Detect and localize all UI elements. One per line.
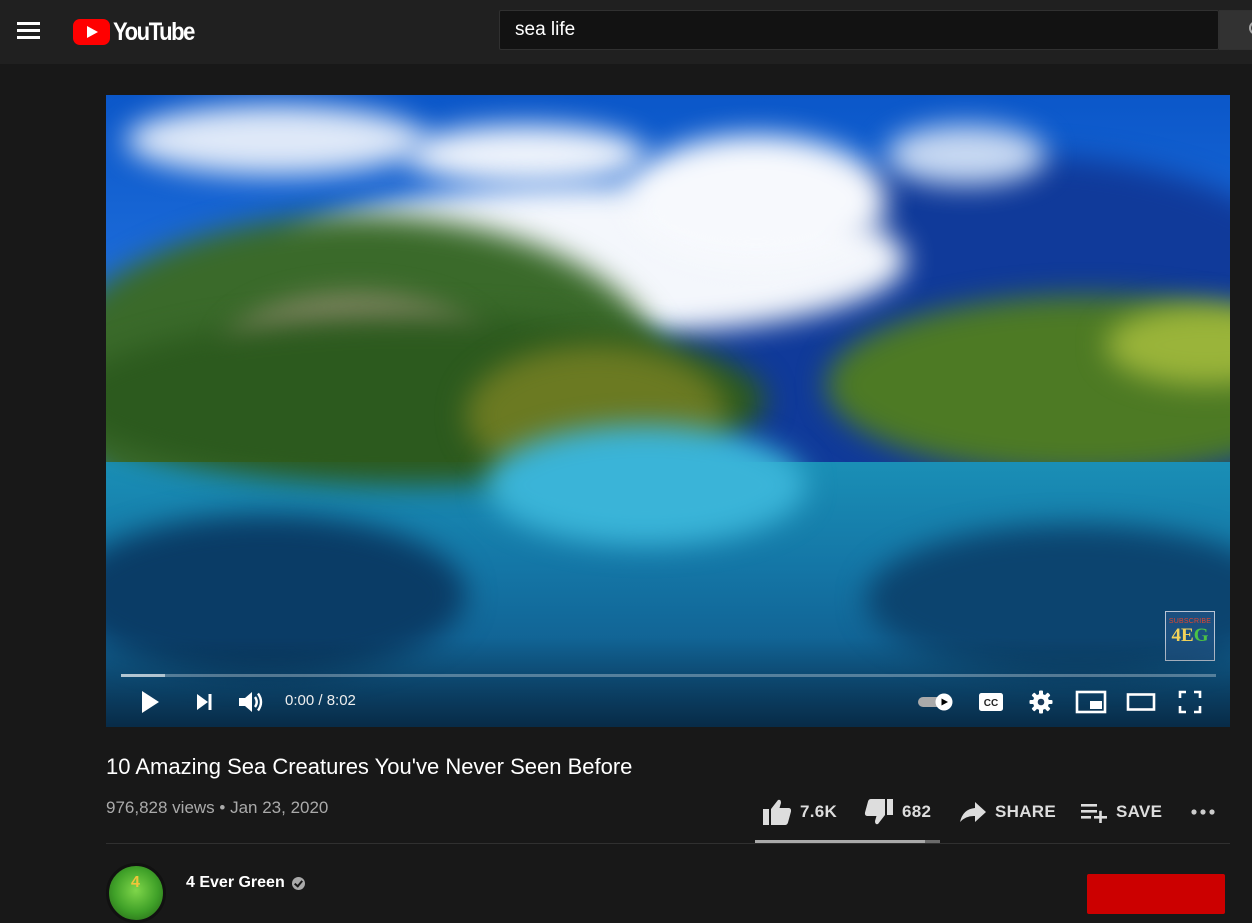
thumbs-down-icon xyxy=(864,799,893,825)
like-count: 7.6K xyxy=(800,802,838,821)
more-actions-button[interactable] xyxy=(1190,795,1220,829)
gear-icon xyxy=(1029,690,1053,714)
next-button[interactable] xyxy=(188,685,220,719)
time-display: 0:00 / 8:02 xyxy=(285,692,356,709)
youtube-logo[interactable]: YouTube xyxy=(73,18,205,46)
dislike-button[interactable]: 682 xyxy=(864,795,931,829)
theater-mode-button[interactable] xyxy=(1123,685,1159,719)
controls-gradient xyxy=(106,637,1230,727)
subscribe-button[interactable] xyxy=(1087,874,1225,914)
next-icon xyxy=(197,694,212,710)
channel-name: 4 Ever Green xyxy=(186,874,285,891)
cc-icon: CC xyxy=(979,693,1003,711)
share-button[interactable]: SHARE xyxy=(959,795,1056,829)
dislike-count: 682 xyxy=(902,802,932,821)
info-divider xyxy=(106,843,1230,844)
channel-name-link[interactable]: 4 Ever Green xyxy=(186,874,305,892)
masthead: YouTube xyxy=(0,0,1252,64)
channel-avatar[interactable]: 4 xyxy=(106,863,166,923)
more-horizontal-icon xyxy=(1191,809,1215,815)
logo-text: YouTube xyxy=(113,17,195,46)
share-label: SHARE xyxy=(995,802,1057,821)
search-input[interactable] xyxy=(515,19,1203,41)
subtitles-button[interactable]: CC xyxy=(975,685,1007,719)
video-view-count-date: 976,828 views • Jan 23, 2020 xyxy=(106,798,329,817)
search-box[interactable] xyxy=(499,10,1219,50)
search-button[interactable] xyxy=(1219,10,1252,50)
save-label: SAVE xyxy=(1116,802,1163,821)
miniplayer-icon xyxy=(1075,690,1107,714)
share-icon xyxy=(960,802,986,822)
theater-icon xyxy=(1126,693,1156,711)
video-player[interactable]: SUBSCRIBE 4EG 0:00 / 8:02 CC xyxy=(106,95,1230,727)
settings-button[interactable] xyxy=(1025,685,1057,719)
play-button[interactable] xyxy=(134,685,166,719)
play-icon xyxy=(142,691,159,713)
autoplay-toggle-icon xyxy=(918,693,953,711)
youtube-play-icon xyxy=(73,19,110,45)
mute-button[interactable] xyxy=(234,685,268,719)
fullscreen-button[interactable] xyxy=(1174,685,1206,719)
watermark-subscribe-text: SUBSCRIBE xyxy=(1168,618,1212,625)
like-button[interactable]: 7.6K xyxy=(762,795,837,829)
progress-played xyxy=(121,674,165,677)
fullscreen-icon xyxy=(1178,690,1202,714)
video-frame xyxy=(106,95,1230,727)
miniplayer-button[interactable] xyxy=(1073,685,1109,719)
progress-bar[interactable] xyxy=(121,674,1216,677)
verified-check-icon xyxy=(291,876,305,890)
thumbs-up-icon xyxy=(763,799,792,825)
save-button[interactable]: SAVE xyxy=(1080,795,1162,829)
autoplay-toggle[interactable] xyxy=(915,685,957,719)
volume-icon xyxy=(239,692,263,712)
playlist-add-icon xyxy=(1081,804,1107,823)
video-title: 10 Amazing Sea Creatures You've Never Se… xyxy=(106,754,633,779)
svg-text:CC: CC xyxy=(984,698,998,709)
guide-menu-icon[interactable] xyxy=(16,19,42,45)
avatar-text: 4 xyxy=(131,874,140,891)
